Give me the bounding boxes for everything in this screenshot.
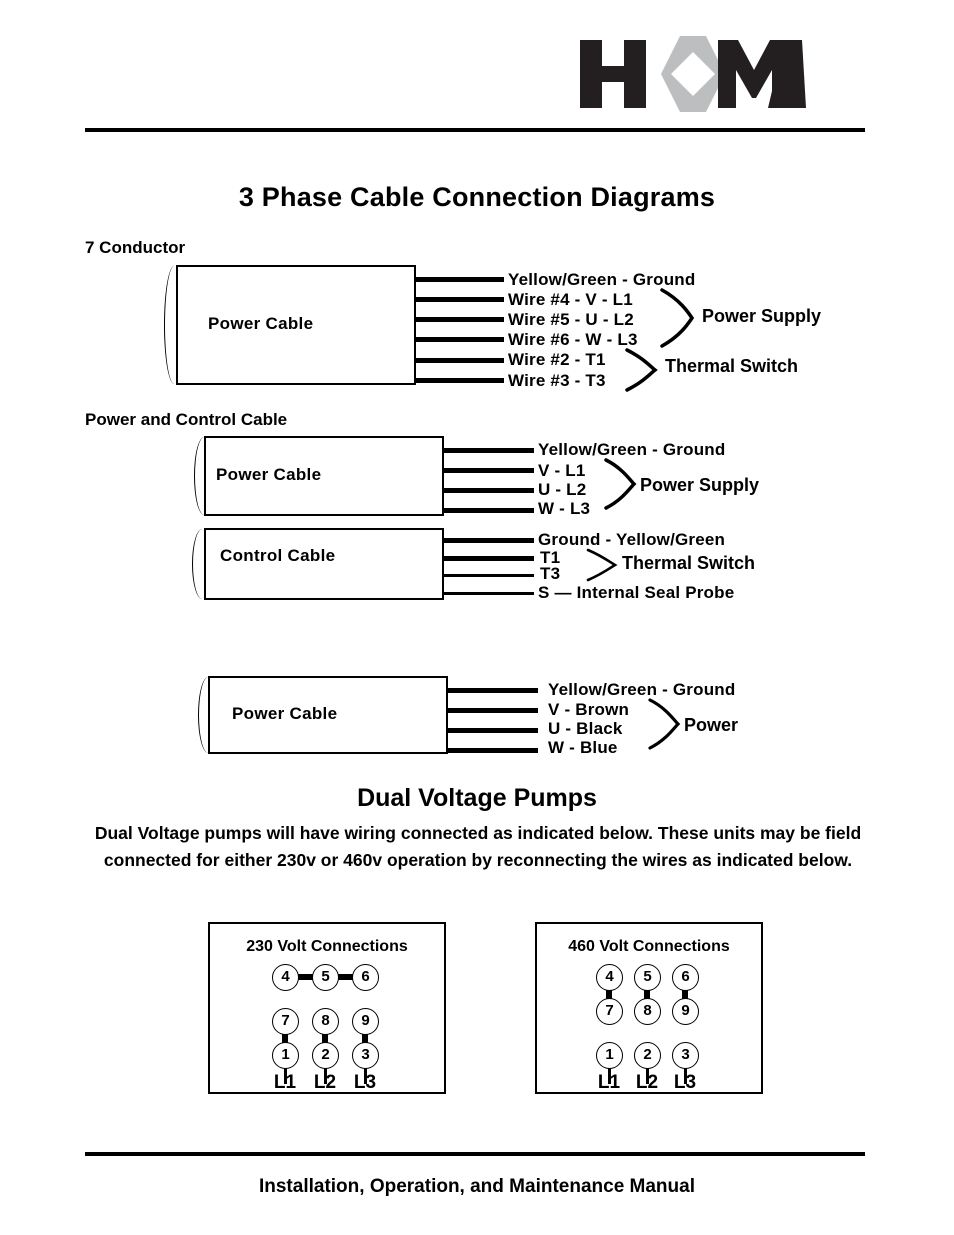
node-4: 4 [596,964,623,991]
page-title: 3 Phase Cable Connection Diagrams [238,182,716,212]
brace-power-supply [604,458,638,515]
node-8: 8 [634,998,661,1025]
wire-label-l3: W - L3 [538,499,591,518]
node-2: 2 [312,1042,339,1069]
node-7: 7 [596,998,623,1025]
panel-230-volt: 230 Volt Connections 4 5 6 7 8 9 1 2 3 L… [208,922,446,1094]
wire-line [414,297,504,302]
stem-l1 [608,1068,611,1084]
node-9: 9 [352,1008,379,1035]
brace-thermal-switch [586,548,618,587]
footer-divider [85,1152,865,1156]
stem-l2 [324,1068,327,1084]
control-cable-box-label: Control Cable [220,546,336,565]
cable-jacket-arc [164,266,181,384]
stem-l3 [684,1068,687,1084]
node-1: 1 [596,1042,623,1069]
wire-label-l2: Wire #5 - U - L2 [508,310,634,329]
cable-jacket-arc [192,529,209,599]
wire-line [414,337,504,342]
wire-label-u-black: U - Black [548,719,623,738]
wire-line [446,748,538,753]
brace-power [648,698,682,755]
power-cable-box-label: Power Cable [232,704,338,723]
wire-label-l1: V - L1 [538,461,586,480]
wire-label-seal-probe: S — Internal Seal Probe [538,583,735,602]
power-cable-box-label: Power Cable [208,314,314,333]
node-3: 3 [672,1042,699,1069]
group-label-thermal-switch: Thermal Switch [665,356,799,376]
node-1: 1 [272,1042,299,1069]
wire-label-v-brown: V - Brown [548,700,630,719]
wire-line [446,708,538,713]
wire-line [442,448,534,453]
wire-line [446,688,538,693]
wire-label-l1: Wire #4 - V - L1 [508,290,633,309]
panel-460-volt: 460 Volt Connections 4 5 6 7 8 9 1 2 3 L… [535,922,763,1094]
dual-voltage-title: Dual Voltage Pumps [357,784,597,812]
footer-text: Installation, Operation, and Maintenance… [258,1176,695,1197]
cable-jacket-arc [194,437,211,515]
wire-line [414,358,504,363]
header-divider [85,128,865,132]
cable-jacket-arc [198,677,215,753]
dual-voltage-description: Dual Voltage pumps will have wiring conn… [94,823,862,870]
panel-230-title: 230 Volt Connections [246,938,408,955]
stem-l3 [364,1068,367,1084]
wire-label-ground: Yellow/Green - Ground [548,680,736,699]
wire-label-w-blue: W - Blue [548,738,618,757]
wire-line [442,468,534,473]
wire-line [442,538,534,543]
wire-label-ground: Yellow/Green - Ground [508,270,696,289]
node-5: 5 [634,964,661,991]
node-3: 3 [352,1042,379,1069]
node-9: 9 [672,998,699,1025]
wire-line [446,728,538,733]
node-4: 4 [272,964,299,991]
wire-line [414,317,504,322]
group-label-thermal-switch: Thermal Switch [622,553,756,573]
node-7: 7 [272,1008,299,1035]
section-label-7-conductor: 7 Conductor [85,238,186,257]
wire-line [442,508,534,513]
stem-l1 [284,1068,287,1084]
wire-line [414,277,504,282]
wire-label-l3: Wire #6 - W - L3 [508,330,638,349]
node-6: 6 [352,964,379,991]
node-5: 5 [312,964,339,991]
group-label-power-supply: Power Supply [702,306,822,326]
node-8: 8 [312,1008,339,1035]
wire-line [442,488,534,493]
power-cable-box-label: Power Cable [216,465,322,484]
wire-line [414,378,504,383]
group-label-power-supply: Power Supply [640,475,760,495]
wire-line [442,556,534,561]
homa-logo [578,36,808,112]
section-label-power-and-control: Power and Control Cable [85,410,288,429]
wire-line [442,592,534,595]
wire-label-ground: Yellow/Green - Ground [538,440,726,459]
wire-label-ground: Ground - Yellow/Green [538,530,726,549]
brace-thermal-switch [625,348,659,397]
wire-label-t3: Wire #3 - T3 [508,371,606,390]
group-label-power: Power [684,715,739,735]
node-2: 2 [634,1042,661,1069]
wire-line [442,574,534,577]
stem-l2 [646,1068,649,1084]
brace-power-supply [660,288,696,353]
wire-label-l2: U - L2 [538,480,587,499]
wire-label-t3: T3 [540,564,561,583]
node-6: 6 [672,964,699,991]
wire-label-t1: Wire #2 - T1 [508,350,606,369]
panel-460-title: 460 Volt Connections [568,938,730,955]
